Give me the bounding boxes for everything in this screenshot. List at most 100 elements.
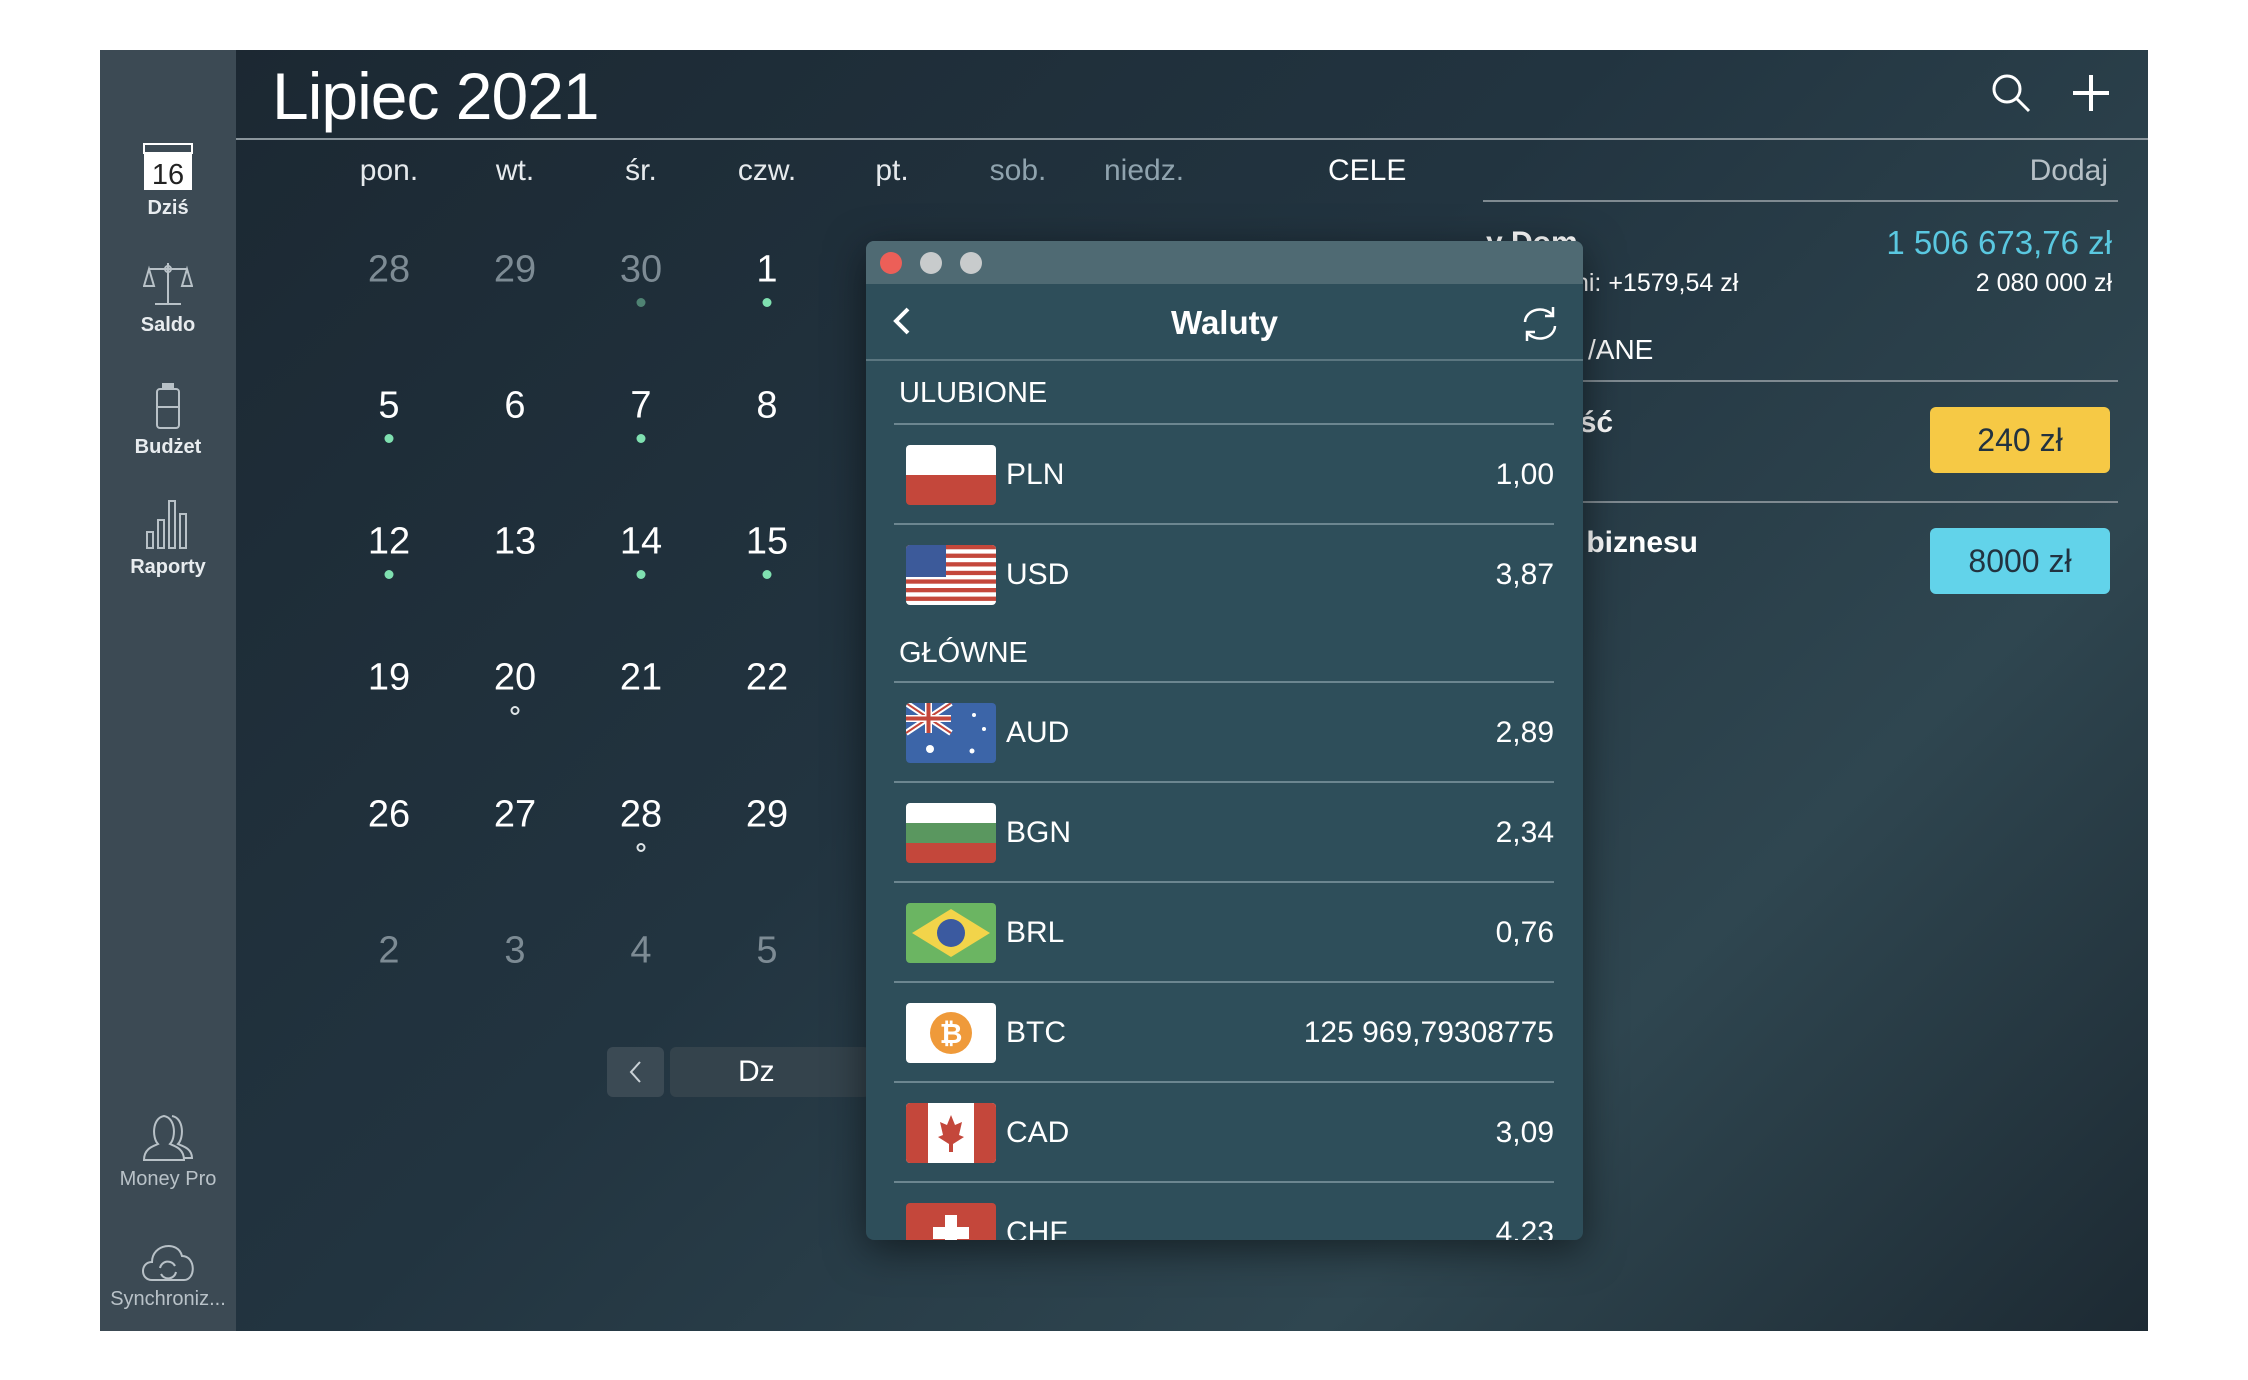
- currency-code: PLN: [1006, 458, 1065, 491]
- calendar-day[interactable]: 28: [368, 249, 410, 292]
- calendar-day[interactable]: 26: [368, 794, 410, 837]
- currency-row[interactable]: CHF 4,23: [894, 1181, 1554, 1240]
- flag-bg-icon: [906, 803, 996, 863]
- sidebar-item-label: Synchroniz...: [110, 1288, 226, 1310]
- month-label: Lipiec: [272, 59, 439, 133]
- today-button[interactable]: Dz: [670, 1047, 870, 1097]
- flag-au-icon: [906, 703, 996, 763]
- modal-title: Waluty: [1171, 304, 1278, 341]
- currency-row[interactable]: PLN 1,00: [894, 423, 1554, 523]
- calendar-day[interactable]: 6: [504, 385, 525, 428]
- flag-ca-icon: [906, 1103, 996, 1163]
- calendar-day[interactable]: 28: [620, 794, 662, 837]
- sidebar-item-saldo[interactable]: Saldo: [100, 260, 236, 337]
- goal-amount-button[interactable]: 8000 zł: [1930, 528, 2110, 594]
- currency-code: BGN: [1006, 816, 1072, 849]
- calendar-day[interactable]: 13: [494, 521, 536, 564]
- sidebar-item-budget[interactable]: Budżet: [100, 382, 236, 459]
- currency-code: CAD: [1006, 1116, 1070, 1149]
- window-titlebar: [866, 241, 1583, 284]
- calendar-day[interactable]: 7: [630, 385, 651, 428]
- sidebar-item-label: Budżet: [134, 436, 202, 458]
- weekday-label: wt.: [495, 154, 535, 187]
- page-title: Lipiec 2021: [272, 58, 600, 134]
- calendar-day[interactable]: 19: [368, 657, 410, 700]
- calendar-day[interactable]: 12: [368, 521, 410, 564]
- bar-chart-icon: [146, 500, 187, 549]
- users-icon: [142, 1114, 194, 1161]
- currency-row[interactable]: BGN 2,34: [894, 781, 1554, 881]
- calendar-day[interactable]: 27: [494, 794, 536, 837]
- calendar-day[interactable]: 29: [494, 249, 536, 292]
- currency-code: BTC: [1006, 1016, 1066, 1049]
- currency-row[interactable]: AUD 2,89: [894, 681, 1554, 781]
- calendar-day[interactable]: 3: [504, 930, 525, 973]
- sidebar-item-label: Saldo: [140, 314, 196, 336]
- calendar-day[interactable]: 8: [756, 385, 777, 428]
- zoom-window-button[interactable]: [960, 252, 982, 274]
- flag-pl-icon: [906, 445, 996, 505]
- sidebar-item-reports[interactable]: Raporty: [100, 498, 236, 579]
- goal-amount-button[interactable]: 240 zł: [1930, 407, 2110, 473]
- cloud-sync-icon: [142, 1245, 194, 1281]
- add-button[interactable]: [2070, 72, 2112, 119]
- calendar-day[interactable]: 30: [620, 249, 662, 292]
- currency-row[interactable]: BRL 0,76: [894, 881, 1554, 981]
- currency-rate: 2,89: [1495, 716, 1554, 749]
- plus-icon: [2073, 75, 2109, 111]
- calendar-day[interactable]: 21: [620, 657, 662, 700]
- calendar-day[interactable]: 15: [746, 521, 788, 564]
- weekday-label: czw.: [737, 154, 797, 187]
- calendar-day[interactable]: 22: [746, 657, 788, 700]
- divider: [1483, 200, 2118, 202]
- sidebar-item-money-pro[interactable]: Money Pro: [100, 1112, 236, 1191]
- transaction-dot: [636, 434, 646, 443]
- currency-row[interactable]: CAD 3,09: [894, 1081, 1554, 1181]
- search-button[interactable]: [1990, 72, 2032, 119]
- previous-month-button[interactable]: [607, 1047, 664, 1097]
- add-goal-button[interactable]: Dodaj: [2030, 154, 2108, 188]
- goals-section-header: /ANE: [1588, 334, 1654, 365]
- sidebar-item-today[interactable]: 16 Dziś: [100, 143, 236, 220]
- close-window-button[interactable]: [880, 252, 902, 274]
- refresh-icon[interactable]: [1520, 304, 1560, 344]
- section-header: GŁÓWNE: [899, 637, 1028, 669]
- chevron-left-icon: [629, 1061, 641, 1083]
- budget-icon: [156, 383, 180, 429]
- currencies-window: Waluty ULUBIONE PLN 1,00 USD 3,87 GŁÓWNE AUD 2,…: [866, 241, 1583, 1240]
- sidebar: 16 Dziś Saldo Budżet Raporty Money Pro S…: [100, 50, 236, 1331]
- currency-rate: 125 969,79308775: [1303, 1016, 1554, 1049]
- calendar-day[interactable]: 4: [630, 930, 651, 973]
- calendar-day[interactable]: 5: [756, 930, 777, 973]
- flag-br-icon: [906, 903, 996, 963]
- currency-row[interactable]: ₿ BTC 125 969,79308775: [894, 981, 1554, 1081]
- transaction-dot: [384, 570, 394, 579]
- currency-code: BRL: [1006, 916, 1065, 949]
- currency-rate: 3,87: [1495, 558, 1554, 591]
- transaction-dot: [636, 843, 646, 852]
- app-window: 16 Dziś Saldo Budżet Raporty Money Pro S…: [100, 50, 2148, 1331]
- calendar-day[interactable]: 14: [620, 521, 662, 564]
- calendar-day[interactable]: 29: [746, 794, 788, 837]
- transaction-dot: [636, 298, 646, 307]
- currency-rate: 0,76: [1495, 916, 1554, 949]
- currency-rate: 1,00: [1495, 458, 1554, 491]
- calendar-day[interactable]: 5: [378, 385, 399, 428]
- section-header: ULUBIONE: [899, 377, 1048, 409]
- calendar-icon: 16: [143, 143, 193, 191]
- header-divider: [236, 138, 2148, 140]
- flag-btc-icon: ₿: [906, 1003, 996, 1063]
- currency-row[interactable]: USD 3,87: [894, 523, 1554, 623]
- calendar-day[interactable]: 20: [494, 657, 536, 700]
- calendar-day[interactable]: 1: [756, 249, 777, 292]
- currency-rate: 3,09: [1495, 1116, 1554, 1149]
- currency-rate: 4,23: [1495, 1216, 1554, 1240]
- minimize-window-button[interactable]: [920, 252, 942, 274]
- weekday-label: śr.: [625, 154, 657, 187]
- sidebar-item-sync[interactable]: Synchroniz...: [100, 1236, 236, 1311]
- transaction-dot: [384, 434, 394, 443]
- goals-header: CELE: [1328, 154, 1407, 187]
- weekday-label: niedz.: [1103, 154, 1185, 187]
- account-balance: 1 506 673,76 zł: [1886, 224, 2112, 261]
- calendar-day[interactable]: 2: [378, 930, 399, 973]
